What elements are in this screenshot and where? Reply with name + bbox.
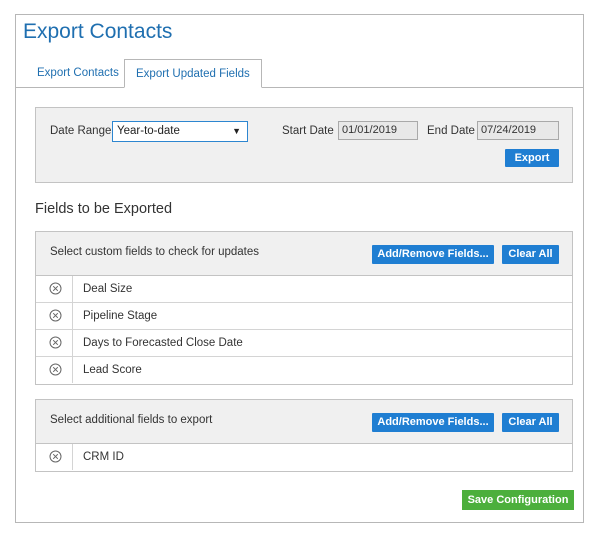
circle-x-icon [49, 336, 62, 349]
tab-export-contacts[interactable]: Export Contacts [26, 59, 130, 87]
fields-to-be-exported-heading: Fields to be Exported [35, 201, 173, 217]
additional-clear-all-button[interactable]: Clear All [502, 413, 559, 432]
custom-field-row: Days to Forecasted Close Date [36, 330, 572, 357]
circle-x-icon [49, 450, 62, 463]
date-range-selected: Year-to-date [117, 125, 180, 137]
additional-field-row: CRM ID [36, 444, 572, 471]
remove-field-button[interactable] [36, 276, 73, 302]
date-range-select[interactable]: Year-to-date ▼ [112, 121, 248, 142]
circle-x-icon [49, 363, 62, 376]
field-name: CRM ID [83, 451, 124, 463]
export-button[interactable]: Export [505, 149, 559, 167]
custom-add-remove-fields-button[interactable]: Add/Remove Fields... [372, 245, 494, 264]
start-date-input[interactable]: 01/01/2019 [338, 121, 418, 140]
additional-fields-heading: Select additional fields to export [50, 414, 213, 426]
custom-field-row: Lead Score [36, 357, 572, 384]
end-date-label: End Date [427, 125, 475, 137]
tab-export-updated-fields[interactable]: Export Updated Fields [124, 59, 262, 88]
date-range-label: Date Range [50, 125, 112, 137]
remove-field-button[interactable] [36, 444, 73, 470]
remove-field-button[interactable] [36, 357, 73, 383]
tab-bar: Export Contacts Export Updated Fields [16, 59, 583, 88]
page-title: Export Contacts [23, 20, 173, 43]
field-name: Days to Forecasted Close Date [83, 337, 243, 349]
custom-clear-all-button[interactable]: Clear All [502, 245, 559, 264]
additional-fields-panel: Select additional fields to export Add/R… [35, 399, 573, 472]
custom-fields-header: Select custom fields to check for update… [36, 232, 572, 276]
additional-add-remove-fields-button[interactable]: Add/Remove Fields... [372, 413, 494, 432]
date-range-panel: Date Range Year-to-date ▼ Start Date 01/… [35, 107, 573, 183]
start-date-label: Start Date [282, 125, 334, 137]
field-name: Deal Size [83, 283, 133, 295]
export-contacts-window: Export Contacts Export Contacts Export U… [15, 14, 584, 523]
field-name: Pipeline Stage [83, 310, 158, 322]
custom-fields-heading: Select custom fields to check for update… [50, 246, 260, 258]
field-name: Lead Score [83, 364, 142, 376]
additional-fields-header: Select additional fields to export Add/R… [36, 400, 572, 444]
circle-x-icon [49, 309, 62, 322]
end-date-input[interactable]: 07/24/2019 [477, 121, 559, 140]
custom-field-row: Deal Size [36, 276, 572, 303]
custom-fields-panel: Select custom fields to check for update… [35, 231, 573, 385]
caret-down-icon: ▼ [232, 126, 241, 136]
remove-field-button[interactable] [36, 303, 73, 329]
custom-field-row: Pipeline Stage [36, 303, 572, 330]
remove-field-button[interactable] [36, 330, 73, 356]
circle-x-icon [49, 282, 62, 295]
save-configuration-button[interactable]: Save Configuration [462, 490, 574, 510]
